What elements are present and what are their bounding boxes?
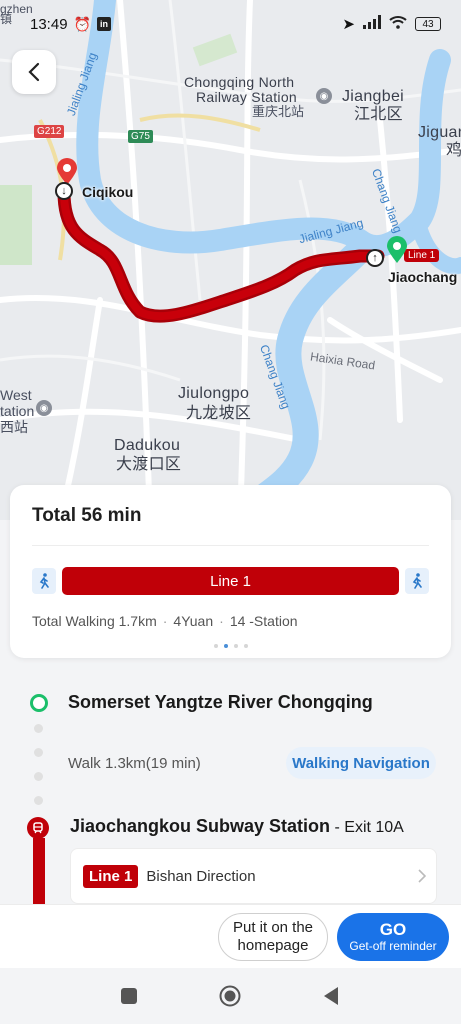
back-nav-button[interactable] (320, 985, 342, 1007)
triangle-back-icon (324, 987, 338, 1005)
route-pager[interactable] (10, 644, 451, 648)
map-label-jiguan-cn: 鸡 (446, 142, 461, 159)
total-walking: Total Walking 1.7km (32, 613, 157, 629)
walk-end-icon (405, 568, 429, 594)
total-time: Total 56 min (32, 505, 142, 526)
route-map[interactable]: gzhen 镇 Chongqing North Railway Station … (0, 0, 461, 520)
station-count: 14 -Station (229, 613, 298, 629)
location-arrow-icon: ➤ (342, 16, 355, 33)
transit-segments: Line 1 (32, 566, 429, 596)
signal-icon (363, 15, 381, 33)
map-label-jiaochang: Jiaochang (388, 269, 458, 285)
back-button[interactable] (12, 50, 56, 94)
g75-badge: G75 (128, 130, 153, 143)
walk-start-icon (32, 568, 56, 594)
meta-separator: · (162, 613, 168, 629)
west-station-pin-icon: ◉ (36, 400, 52, 416)
start-title: Somerset Yangtze River Chongqing (68, 692, 373, 712)
battery-icon: 43 (415, 17, 441, 31)
meta-separator: · (219, 613, 224, 629)
map-label-jiulongpo-cn: 九龙坡区 (186, 405, 252, 422)
map-label-chongqing-north-cn: 重庆北站 (252, 104, 305, 119)
recent-apps-button[interactable] (118, 985, 140, 1007)
alarm-icon: ⏰ (73, 15, 91, 32)
map-label-west-cn: 西站 (0, 419, 28, 435)
map-label-jiangbei: Jiangbei (342, 88, 405, 105)
square-icon (121, 988, 137, 1004)
status-bar: 13:49 ⏰ in ➤ 43 (0, 0, 461, 48)
get-off-reminder-label: Get-off reminder (349, 939, 437, 953)
go-button[interactable]: GO Get-off reminder (337, 913, 449, 961)
linkedin-icon: in (96, 17, 111, 31)
map-label-dadukou: Dadukou (114, 437, 181, 454)
destination-up-arrow-icon: ↑ (366, 249, 384, 267)
pager-dot[interactable] (243, 644, 248, 648)
map-label-ciqikou: Ciqikou (82, 184, 134, 200)
direction-text: Bishan Direction (146, 867, 256, 885)
status-time: 13:49 (30, 15, 68, 33)
station-exit: - Exit 10A (330, 819, 404, 836)
station-name: Jiaochangkou Subway Station (70, 816, 331, 836)
start-point-icon (30, 694, 48, 712)
pager-dot-active[interactable] (223, 644, 228, 648)
action-bar: Put it on the homepage GO Get-off remind… (0, 904, 461, 968)
fare: 4Yuan (173, 613, 214, 629)
map-label-dadukou-cn: 大渡口区 (116, 456, 182, 473)
chevron-right-icon (418, 869, 426, 883)
line-direction-card[interactable]: Line 1 Bishan Direction (70, 848, 437, 904)
g212-badge: G212 (34, 125, 65, 138)
pager-dot[interactable] (213, 644, 218, 648)
walk-dots (34, 724, 43, 820)
station-title[interactable]: Jiaochangkou Subway Station - Exit 10A (70, 816, 404, 837)
line-1-chip: Line 1 (83, 864, 139, 888)
chevron-left-icon (28, 62, 40, 82)
subway-icon (27, 817, 49, 839)
map-label-jiguan: Jiguan (418, 124, 461, 141)
station-pin-icon: ◉ (316, 88, 332, 104)
route-meta: Total Walking 1.7km · 4Yuan · 14 -Statio… (32, 613, 298, 629)
system-nav-bar (0, 968, 461, 1024)
line-1-stem (33, 838, 45, 904)
put-on-homepage-button[interactable]: Put it on the homepage (218, 913, 328, 961)
walking-navigation-button[interactable]: Walking Navigation (286, 747, 436, 779)
card-divider (32, 545, 429, 546)
destination-pin-icon[interactable] (386, 236, 408, 264)
line-1-map-badge: Line 1 (404, 249, 440, 262)
route-summary-card[interactable]: Total 56 min Line 1 Total Walking 1.7km … (10, 485, 451, 658)
origin-down-arrow-icon: ↓ (55, 182, 73, 200)
map-label-jiulongpo: Jiulongpo (178, 385, 250, 402)
wifi-icon (389, 15, 407, 33)
walk-distance: Walk 1.3km(19 min) (68, 755, 201, 772)
go-label: GO (379, 920, 407, 939)
line-1-segment: Line 1 (62, 567, 399, 595)
pager-dot[interactable] (233, 644, 238, 648)
map-label-jiangbei-cn: 江北区 (354, 106, 403, 123)
home-button[interactable] (219, 985, 241, 1007)
circle-icon (219, 985, 241, 1007)
